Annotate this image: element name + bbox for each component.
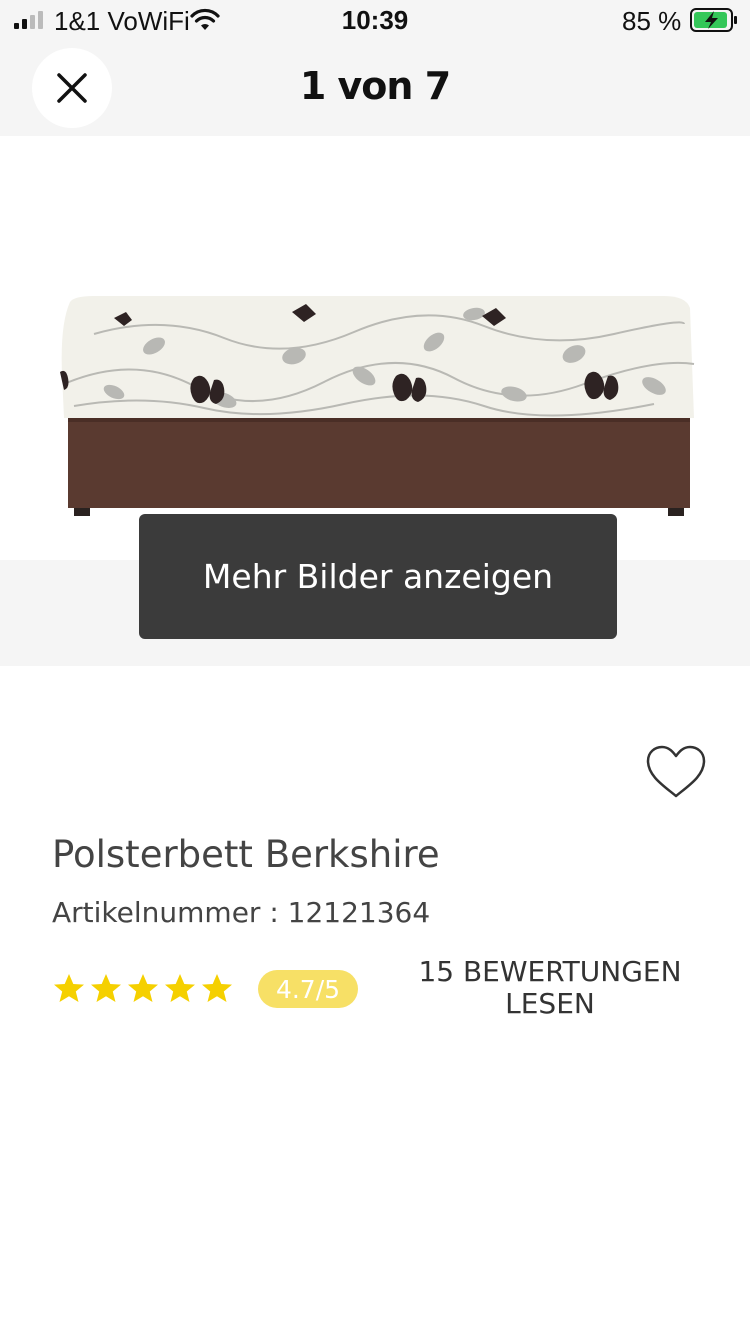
rating-badge: 4.7/5	[258, 970, 358, 1008]
status-bar: 1&1 VoWiFi 10:39 85 %	[0, 0, 750, 40]
favorite-button[interactable]	[644, 744, 708, 800]
battery-charging-icon	[690, 8, 737, 32]
article-number: Artikelnummer : 12121364	[52, 896, 431, 929]
battery-percentage: 85 %	[622, 6, 682, 36]
gallery-header: 1 von 7	[0, 40, 750, 136]
star-icon	[165, 974, 195, 1002]
read-reviews-link[interactable]: 15 BEWERTUNGEN LESEN	[400, 956, 700, 1020]
star-icon	[91, 974, 121, 1002]
reviews-link-line2: LESEN	[505, 987, 595, 1020]
page-counter: 1 von 7	[299, 64, 451, 108]
heart-icon	[646, 745, 706, 798]
reviews-link-line1: 15 BEWERTUNGEN	[418, 955, 682, 988]
star-icon	[128, 974, 158, 1002]
product-title: Polsterbett Berkshire	[52, 833, 440, 876]
product-image	[60, 296, 695, 516]
star-icon	[202, 974, 232, 1002]
product-gallery[interactable]: Mehr Bilder anzeigen	[0, 136, 750, 666]
star-icon	[54, 974, 84, 1002]
more-images-button[interactable]: Mehr Bilder anzeigen	[139, 514, 617, 639]
rating-stars	[52, 972, 234, 1006]
